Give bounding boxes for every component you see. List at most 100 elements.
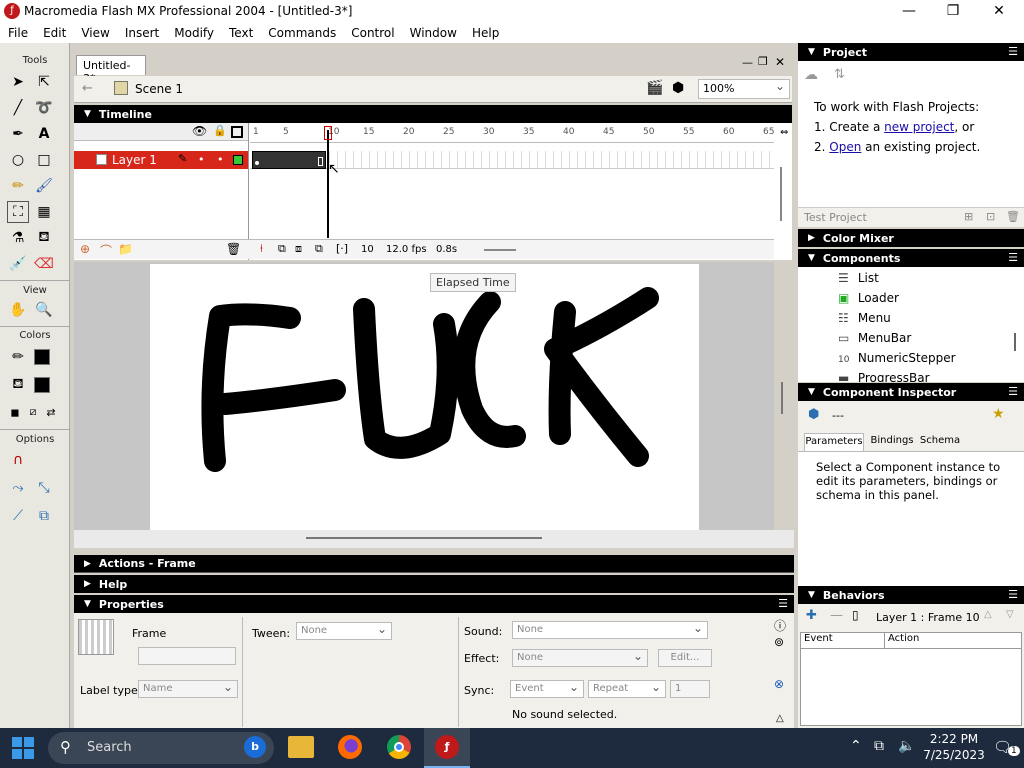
tab-schema[interactable]: Schema	[918, 435, 962, 451]
panel-options-icon[interactable]: ☰	[1008, 588, 1018, 601]
component-item[interactable]: ☰ List	[838, 271, 879, 285]
menu-text[interactable]: Text	[221, 26, 260, 40]
effect-select[interactable]: None	[512, 649, 648, 667]
color-mixer-header[interactable]: ▶ Color Mixer	[798, 229, 1024, 247]
delete-project-item-icon[interactable]: 🗑	[1006, 210, 1020, 223]
tab-parameters[interactable]: Parameters	[804, 433, 864, 451]
network-icon[interactable]: ⧉	[874, 738, 884, 754]
volume-icon[interactable]: 🔈	[898, 738, 915, 754]
panel-options-icon[interactable]: ☰	[1008, 385, 1018, 398]
panel-options-icon[interactable]: ☰	[1008, 45, 1018, 58]
help-panel-header[interactable]: ▶ Help	[74, 575, 794, 593]
scene-name[interactable]: Scene 1	[135, 82, 183, 96]
bing-icon[interactable]: b	[244, 736, 266, 758]
start-button[interactable]	[12, 737, 34, 759]
open-project-link[interactable]: Open	[829, 140, 861, 154]
firefox-icon[interactable]	[338, 735, 362, 759]
menu-control[interactable]: Control	[343, 26, 401, 40]
panel-options-icon[interactable]: ☰	[1008, 251, 1018, 264]
delete-layer-icon[interactable]: 🗑	[226, 242, 241, 256]
brush-tool-icon[interactable]: 🖌	[33, 175, 55, 197]
center-frame-icon[interactable]: ⍿	[260, 242, 263, 256]
close-properties-icon[interactable]: ⊗	[774, 677, 784, 691]
playhead[interactable]	[327, 130, 329, 238]
menu-window[interactable]: Window	[402, 26, 464, 40]
eyedropper-tool-icon[interactable]: 💉	[7, 253, 29, 275]
back-arrow-icon[interactable]: ←	[82, 81, 93, 96]
stage-canvas[interactable]	[150, 264, 699, 530]
snap-magnet-icon[interactable]: ∩	[7, 449, 29, 471]
pen-tool-icon[interactable]: ✒	[7, 123, 29, 145]
zoom-select[interactable]: 100%	[698, 79, 790, 99]
component-item[interactable]: ☷ Menu	[838, 311, 891, 325]
component-item[interactable]: ▭ MenuBar	[838, 331, 911, 345]
edit-button[interactable]: Edit...	[658, 649, 712, 667]
label-type-select[interactable]: Name	[138, 680, 238, 698]
oval-tool-icon[interactable]: ○	[7, 149, 29, 171]
doc-minimize-button[interactable]: —	[742, 56, 753, 69]
doc-restore-button[interactable]: ❐	[758, 55, 768, 68]
components-header[interactable]: ▼ Components ☰	[798, 249, 1024, 267]
edit-scene-icon[interactable]: 🎬	[646, 80, 663, 96]
component-item[interactable]: ▣ Loader	[838, 291, 899, 305]
behaviors-header[interactable]: ▼ Behaviors ☰	[798, 586, 1024, 604]
actions-panel-header[interactable]: ▶ Actions - Frame	[74, 555, 794, 573]
menu-file[interactable]: File	[0, 26, 35, 40]
maximize-button[interactable]: ❐	[930, 0, 976, 22]
add-behavior-icon[interactable]: ✚	[806, 608, 817, 623]
chrome-icon[interactable]	[387, 735, 411, 759]
add-folder-icon[interactable]: ⊡	[986, 210, 995, 223]
eye-icon[interactable]: 👁	[192, 124, 207, 138]
event-column-header[interactable]: Event	[801, 633, 885, 649]
drawing-strokes[interactable]	[150, 264, 699, 530]
playhead-handle[interactable]	[324, 126, 332, 140]
project-sort-icon[interactable]: ⇅	[834, 67, 845, 82]
layer-row[interactable]: Layer 1 ✎ • •	[74, 151, 248, 169]
menu-edit[interactable]: Edit	[35, 26, 73, 40]
component-item[interactable]: ▬ ProgressBar	[838, 371, 930, 382]
free-transform-tool-icon[interactable]: ⛶	[7, 201, 29, 223]
menu-help[interactable]: Help	[464, 26, 506, 40]
menu-commands[interactable]: Commands	[260, 26, 343, 40]
rectangle-tool-icon[interactable]: □	[33, 149, 55, 171]
menu-insert[interactable]: Insert	[117, 26, 166, 40]
component-inspector-header[interactable]: ▼ Component Inspector ☰	[798, 383, 1024, 401]
menu-modify[interactable]: Modify	[166, 26, 221, 40]
pencil-tool-icon[interactable]: ✏	[7, 175, 29, 197]
stroke-color-swatch[interactable]	[34, 349, 50, 365]
layer-name[interactable]: Layer 1	[112, 153, 157, 167]
lock-icon[interactable]: 🔒	[213, 124, 227, 137]
star-icon[interactable]: ★	[992, 406, 1005, 422]
minimize-button[interactable]: —	[886, 0, 932, 22]
outline-color-swatch[interactable]	[233, 155, 243, 165]
lock-dot-icon[interactable]: •	[217, 153, 224, 166]
move-up-icon[interactable]: △	[984, 609, 992, 620]
timeline-menu-icon[interactable]: ⇔	[780, 127, 788, 138]
zoom-tool-icon[interactable]: 🔍	[33, 299, 55, 321]
timeline-hscroll[interactable]	[484, 249, 516, 251]
move-down-icon[interactable]: ▽	[1006, 609, 1014, 620]
insert-layer-icon[interactable]: ⊕	[80, 242, 90, 256]
new-project-link[interactable]: new project	[884, 120, 954, 134]
scale-icon[interactable]: ⤡	[33, 477, 55, 499]
file-explorer-icon[interactable]	[288, 736, 314, 758]
timeline-vscroll[interactable]	[780, 167, 782, 221]
subselect-tool-icon[interactable]: ⇱	[33, 71, 55, 93]
onion-skin-icon[interactable]: ⧉	[278, 242, 286, 256]
add-guide-layer-icon[interactable]: ⌒	[100, 242, 112, 259]
insert-folder-icon[interactable]: 📁	[118, 242, 133, 256]
fill-transform-tool-icon[interactable]: ▦	[33, 201, 55, 223]
chevron-up-icon[interactable]: ⌃	[850, 738, 862, 754]
repeat-select[interactable]: Repeat	[588, 680, 666, 698]
paint-bucket-tool-icon[interactable]: ⛾	[33, 227, 55, 249]
fill-color-swatch[interactable]	[34, 377, 50, 393]
lasso-tool-icon[interactable]: ➰	[33, 97, 55, 119]
taskbar-search[interactable]: ⚲ Search b	[48, 732, 274, 764]
panel-options-icon[interactable]: ☰	[778, 597, 788, 610]
components-scroll[interactable]	[1014, 333, 1016, 351]
swap-colors-icon[interactable]: ⇄	[40, 401, 62, 423]
stage-hscroll[interactable]	[74, 530, 794, 548]
flash-taskbar-button[interactable]: ƒ	[424, 728, 470, 768]
close-button[interactable]: ✕	[976, 0, 1022, 22]
arrow-tool-icon[interactable]: ➤	[7, 71, 29, 93]
